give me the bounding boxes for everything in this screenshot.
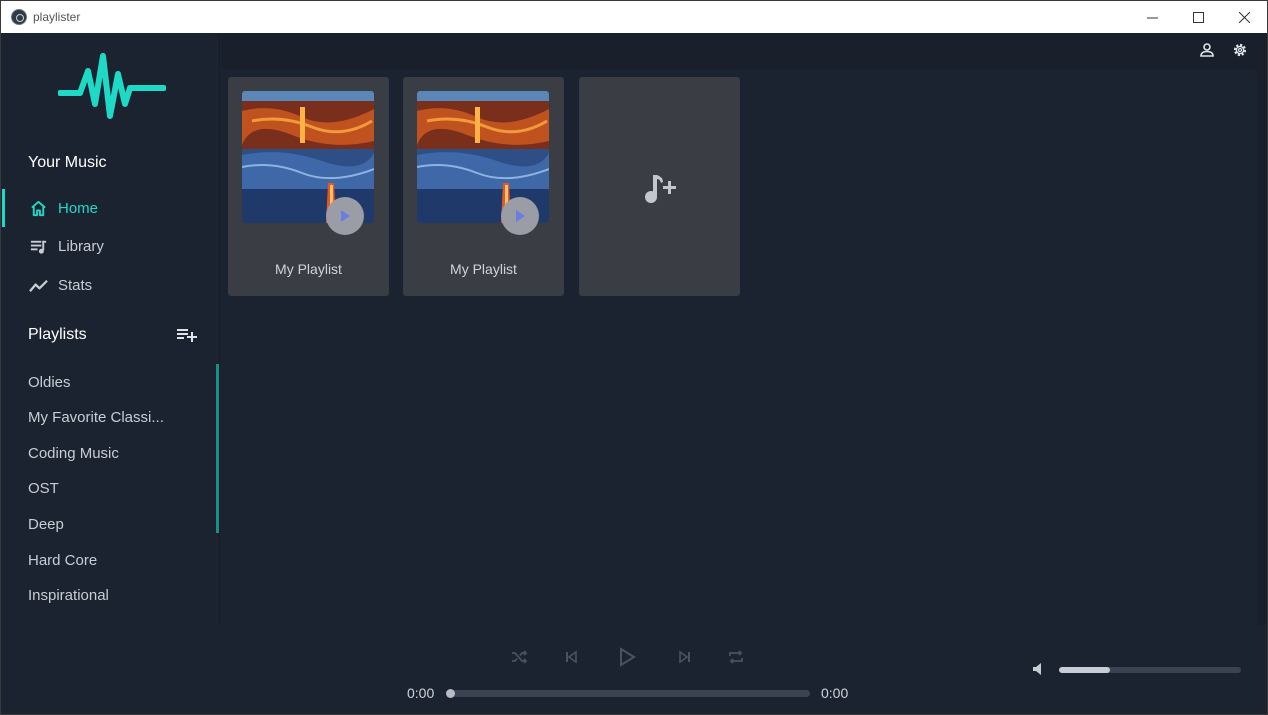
gear-icon[interactable] bbox=[1232, 42, 1248, 58]
nav-item-label: Stats bbox=[58, 276, 93, 294]
play-icon bbox=[341, 210, 350, 222]
nav-item-label: Library bbox=[58, 237, 104, 255]
new-playlist-card[interactable] bbox=[579, 77, 740, 296]
playlist-card-title: My Playlist bbox=[275, 261, 342, 277]
add-music-icon bbox=[645, 175, 676, 203]
nav-item-label: Home bbox=[58, 199, 99, 217]
main-scrollbar[interactable] bbox=[1257, 33, 1267, 625]
playlists-heading: Playlists bbox=[28, 326, 87, 343]
playlist-card-title: My Playlist bbox=[450, 261, 517, 277]
playlist-card[interactable]: My Playlist bbox=[228, 77, 389, 296]
sidebar: Your Music Home Library Stats Playlists … bbox=[2, 33, 220, 625]
user-icon[interactable] bbox=[1199, 42, 1215, 58]
next-track-icon[interactable] bbox=[675, 647, 695, 667]
app-window: playlister Your Music Home Library Stats… bbox=[0, 0, 1268, 715]
main-content: My Playlist My Playlist bbox=[221, 69, 1257, 625]
your-music-heading: Your Music bbox=[28, 154, 107, 171]
playlist-item[interactable]: Inspirational bbox=[28, 587, 109, 604]
progress-bar[interactable] bbox=[448, 690, 810, 697]
home-icon bbox=[31, 200, 46, 216]
minimize-button[interactable] bbox=[1129, 1, 1175, 33]
pulse-logo-icon bbox=[58, 53, 166, 119]
playlist-item[interactable]: Coding Music bbox=[28, 445, 119, 462]
play-pause-icon[interactable] bbox=[616, 647, 636, 667]
app-logo-icon bbox=[11, 9, 27, 25]
current-time: 0:00 bbox=[407, 685, 435, 701]
volume-level bbox=[1059, 667, 1110, 673]
playlist-item[interactable]: Oldies bbox=[28, 374, 71, 391]
previous-track-icon[interactable] bbox=[561, 647, 581, 667]
playlist-item[interactable]: Deep bbox=[28, 516, 64, 533]
nav-item-library[interactable]: Library bbox=[2, 227, 220, 265]
volume-icon[interactable] bbox=[1032, 662, 1046, 676]
stats-icon bbox=[29, 279, 48, 292]
playlist-item[interactable]: OST bbox=[28, 480, 59, 497]
repeat-icon[interactable] bbox=[726, 647, 746, 667]
nav-item-stats[interactable]: Stats bbox=[2, 266, 220, 304]
maximize-button[interactable] bbox=[1175, 1, 1221, 33]
top-bar bbox=[221, 33, 1257, 69]
play-icon bbox=[516, 210, 525, 222]
maximize-icon bbox=[1192, 11, 1204, 23]
playlist-scrollbar[interactable] bbox=[216, 364, 219, 533]
window-controls bbox=[1129, 1, 1267, 33]
close-button[interactable] bbox=[1221, 1, 1267, 33]
window-title: playlister bbox=[33, 10, 81, 24]
minimize-icon bbox=[1146, 17, 1158, 18]
total-time: 0:00 bbox=[821, 685, 849, 701]
add-playlist-icon[interactable] bbox=[176, 326, 198, 344]
progress-handle[interactable] bbox=[446, 689, 455, 698]
title-bar: playlister bbox=[1, 1, 1267, 33]
playlist-item[interactable]: My Favorite Classi... bbox=[28, 409, 164, 426]
playlist-card[interactable]: My Playlist bbox=[403, 77, 564, 296]
play-button[interactable] bbox=[326, 197, 364, 235]
shuffle-icon[interactable] bbox=[509, 647, 529, 667]
nav-item-home[interactable]: Home bbox=[2, 189, 220, 227]
playlist-item[interactable]: Hard Core bbox=[28, 552, 97, 569]
volume-slider[interactable] bbox=[1059, 667, 1241, 673]
player-bar: 0:00 0:00 bbox=[2, 625, 1267, 714]
play-button[interactable] bbox=[501, 197, 539, 235]
close-icon bbox=[1238, 11, 1250, 23]
library-icon bbox=[30, 240, 47, 254]
